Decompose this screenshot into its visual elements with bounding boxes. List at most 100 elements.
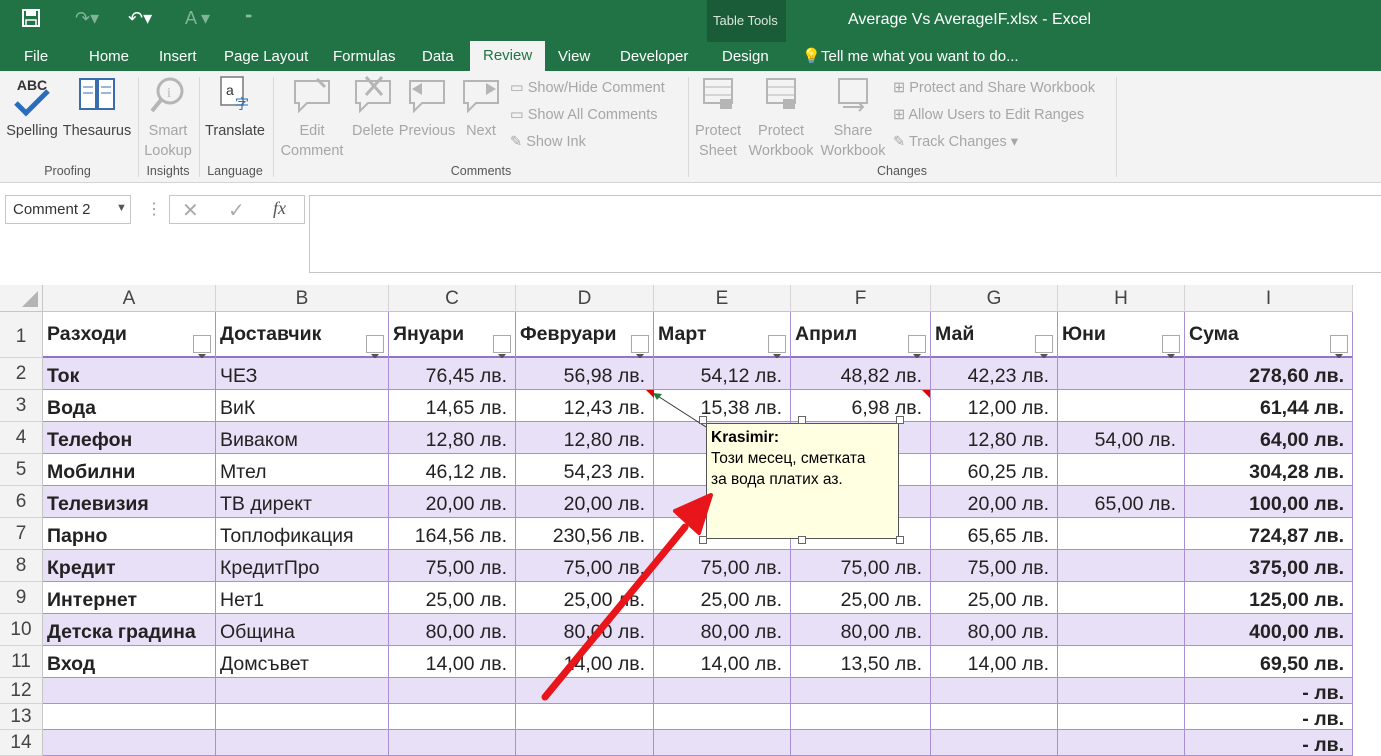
table-cell[interactable]: 48,82 лв. [791, 358, 931, 390]
table-cell[interactable]: 64,00 лв. [1185, 422, 1353, 454]
table-cell[interactable]: 400,00 лв. [1185, 614, 1353, 646]
row-header[interactable]: 3 [0, 390, 43, 422]
row-header[interactable]: 11 [0, 646, 43, 678]
table-cell[interactable]: ТВ директ [216, 486, 389, 518]
tab-design[interactable]: Design [722, 42, 769, 71]
table-cell[interactable]: Нет1 [216, 582, 389, 614]
table-cell[interactable]: 69,50 лв. [1185, 646, 1353, 678]
table-header-cell[interactable]: Разходи [43, 312, 216, 358]
table-cell[interactable]: 20,00 лв. [931, 486, 1058, 518]
resize-handle[interactable] [798, 416, 806, 424]
table-cell[interactable]: Кредит [43, 550, 216, 582]
table-cell[interactable]: 42,23 лв. [931, 358, 1058, 390]
table-cell[interactable]: 12,43 лв. [516, 390, 654, 422]
table-cell[interactable] [1058, 550, 1185, 582]
table-cell[interactable]: 75,00 лв. [389, 550, 516, 582]
table-cell[interactable]: 14,65 лв. [389, 390, 516, 422]
edit-comment-button[interactable]: Edit Comment [276, 75, 348, 161]
tab-view[interactable]: View [558, 42, 590, 71]
table-cell[interactable] [931, 730, 1058, 756]
resize-handle[interactable] [896, 536, 904, 544]
table-cell[interactable] [1058, 730, 1185, 756]
protect-and-share-button[interactable]: ⊞ Protect and Share Workbook [893, 78, 1095, 98]
table-cell[interactable] [1058, 678, 1185, 704]
table-header-cell[interactable]: Февруари [516, 312, 654, 358]
table-cell[interactable] [389, 704, 516, 730]
table-cell[interactable] [516, 730, 654, 756]
table-cell[interactable]: 61,44 лв. [1185, 390, 1353, 422]
table-cell[interactable]: Интернет [43, 582, 216, 614]
table-cell[interactable] [1058, 518, 1185, 550]
table-header-cell[interactable]: Март [654, 312, 791, 358]
filter-dropdown-button[interactable] [1330, 335, 1348, 358]
table-cell[interactable]: 12,80 лв. [931, 422, 1058, 454]
tab-developer[interactable]: Developer [620, 42, 688, 71]
table-cell[interactable]: 164,56 лв. [389, 518, 516, 550]
column-header-c[interactable]: C [389, 285, 516, 312]
filter-dropdown-button[interactable] [768, 335, 786, 358]
table-cell[interactable] [43, 730, 216, 756]
table-cell[interactable]: 12,80 лв. [516, 422, 654, 454]
select-all-corner[interactable] [0, 285, 43, 312]
row-header[interactable]: 7 [0, 518, 43, 550]
table-cell[interactable] [389, 678, 516, 704]
table-cell[interactable]: 20,00 лв. [389, 486, 516, 518]
check-icon[interactable]: ✓ [228, 198, 245, 223]
row-header[interactable]: 4 [0, 422, 43, 454]
filter-dropdown-button[interactable] [1035, 335, 1053, 358]
comment-box[interactable]: Krasimir: Този месец, сметката за вода п… [706, 423, 899, 539]
table-cell[interactable]: Вход [43, 646, 216, 678]
previous-comment-button[interactable]: Previous [398, 75, 456, 141]
table-cell[interactable]: 65,00 лв. [1058, 486, 1185, 518]
filter-dropdown-button[interactable] [193, 335, 211, 358]
table-cell[interactable]: Виваком [216, 422, 389, 454]
table-cell[interactable] [791, 730, 931, 756]
table-cell[interactable]: 6,98 лв. [791, 390, 931, 422]
protect-sheet-button[interactable]: Protect Sheet [690, 75, 746, 161]
row-header[interactable]: 13 [0, 704, 43, 730]
show-hide-comment-button[interactable]: ▭ Show/Hide Comment [510, 78, 665, 98]
table-cell[interactable]: 304,28 лв. [1185, 454, 1353, 486]
tab-formulas[interactable]: Formulas [333, 42, 396, 71]
column-header-h[interactable]: H [1058, 285, 1185, 312]
table-cell[interactable] [931, 704, 1058, 730]
table-cell[interactable] [791, 678, 931, 704]
table-cell[interactable]: 75,00 лв. [931, 550, 1058, 582]
smart-lookup-button[interactable]: i Smart Lookup [140, 75, 196, 161]
table-cell[interactable] [216, 730, 389, 756]
table-cell[interactable] [216, 678, 389, 704]
resize-handle[interactable] [896, 416, 904, 424]
table-cell[interactable]: - лв. [1185, 678, 1353, 704]
resize-handle[interactable] [798, 536, 806, 544]
row-header[interactable]: 2 [0, 358, 43, 390]
translate-button[interactable]: a字 Translate [202, 75, 268, 141]
table-cell[interactable]: 25,00 лв. [931, 582, 1058, 614]
table-cell[interactable]: КредитПро [216, 550, 389, 582]
table-cell[interactable]: 54,23 лв. [516, 454, 654, 486]
row-header[interactable]: 8 [0, 550, 43, 582]
table-cell[interactable]: Парно [43, 518, 216, 550]
insert-function-icon[interactable]: fx [273, 198, 286, 219]
table-cell[interactable]: 13,50 лв. [791, 646, 931, 678]
filter-dropdown-button[interactable] [366, 335, 384, 358]
table-cell[interactable]: Мобилни [43, 454, 216, 486]
cancel-icon[interactable]: ✕ [182, 198, 199, 223]
row-header[interactable]: 12 [0, 678, 43, 704]
share-workbook-button[interactable]: Share Workbook [818, 75, 888, 161]
table-cell[interactable]: - лв. [1185, 704, 1353, 730]
resize-handle[interactable] [699, 416, 707, 424]
tab-page-layout[interactable]: Page Layout [224, 42, 308, 71]
table-cell[interactable] [516, 704, 654, 730]
filter-dropdown-button[interactable] [493, 335, 511, 358]
table-cell[interactable]: 56,98 лв. [516, 358, 654, 390]
filter-dropdown-button[interactable] [631, 335, 649, 358]
table-cell[interactable] [1058, 358, 1185, 390]
table-cell[interactable]: Домсъвет [216, 646, 389, 678]
table-cell[interactable] [1058, 614, 1185, 646]
table-cell[interactable]: 14,00 лв. [931, 646, 1058, 678]
table-cell[interactable] [1058, 390, 1185, 422]
table-cell[interactable]: 54,00 лв. [1058, 422, 1185, 454]
save-icon[interactable] [22, 9, 40, 32]
table-cell[interactable]: Телефон [43, 422, 216, 454]
table-cell[interactable]: Детска градина [43, 614, 216, 646]
